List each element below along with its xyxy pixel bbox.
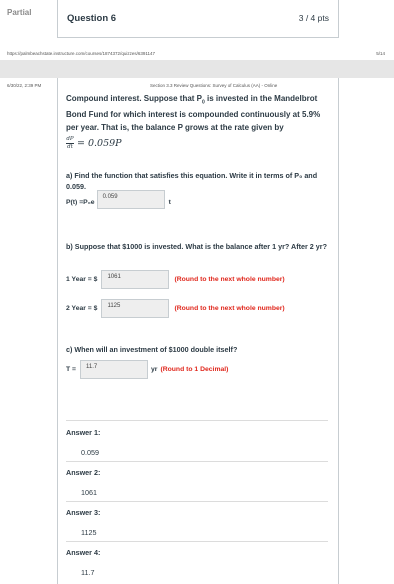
part-a-suffix: t	[168, 199, 171, 206]
answer-1-label: Answer 1:	[66, 428, 101, 437]
question-header: Question 6 3 / 4 pts	[57, 0, 339, 38]
answer-2-value: 1061	[81, 488, 97, 497]
answer-divider	[66, 541, 328, 542]
t-unit: yr	[151, 366, 158, 373]
answer-divider	[66, 501, 328, 502]
doubling-time-input[interactable]: 11.7	[80, 360, 149, 379]
year2-row: 2 Year = $ 1125 (Round to the next whole…	[66, 299, 285, 318]
year2-label: 2 Year = $	[66, 305, 98, 312]
question-card: Compound interest. Suppose that P0 is in…	[57, 78, 339, 584]
part-b-question: b) Suppose that $1000 is invested. What …	[66, 242, 327, 251]
derivative-fraction: dP dt	[66, 136, 74, 150]
equation-rhs: = 0.059P	[77, 137, 122, 149]
year1-input[interactable]: 1061	[101, 270, 170, 289]
question-points: 3 / 4 pts	[298, 13, 329, 23]
answer-3-label: Answer 3:	[66, 508, 101, 517]
answer-4-value: 11.7	[81, 568, 95, 577]
t-round-hint: (Round to 1 Decimal)	[160, 366, 229, 373]
question-title: Question 6	[67, 13, 117, 24]
t-label: T =	[66, 366, 77, 373]
answer-2-label: Answer 2:	[66, 468, 101, 477]
part-a-exponent-input[interactable]: 0.059	[96, 190, 165, 209]
part-a-prefix: P(t) =P₀e	[66, 199, 95, 206]
part-a-row: P(t) =P₀e 0.059 t	[66, 190, 171, 209]
answer-1-value: 0.059	[81, 448, 99, 457]
page-break	[0, 60, 394, 78]
rate-equation: dP dt = 0.059P	[66, 136, 122, 150]
answer-4-label: Answer 4:	[66, 548, 101, 557]
year1-label: 1 Year = $	[66, 276, 98, 283]
year2-round-hint: (Round to the next whole number)	[174, 305, 285, 312]
part-c-question: c) When will an investment of $1000 doub…	[66, 345, 238, 354]
doubling-row: T = 11.7 yr (Round to 1 Decimal)	[66, 360, 228, 379]
previous-page-strip: Partial Question 6 3 / 4 pts https://pal…	[0, 0, 394, 60]
answer-divider	[66, 420, 328, 421]
year1-row: 1 Year = $ 1061 (Round to the next whole…	[66, 270, 285, 289]
part-a-question: a) Find the function that satisfies this…	[66, 171, 318, 191]
year1-round-hint: (Round to the next whole number)	[174, 276, 285, 283]
question-statement: Compound interest. Suppose that P0 is in…	[66, 94, 321, 132]
question-page: 6/30/22, 2:39 PM Section 3.3 Review Ques…	[0, 78, 394, 584]
print-url: https://palmbeachstate.instructure.com/c…	[7, 51, 156, 56]
year2-input[interactable]: 1125	[101, 299, 170, 318]
answer-divider	[66, 461, 328, 462]
answer-3-value: 1125	[81, 528, 97, 537]
print-page-number: 5/14	[376, 51, 385, 56]
partial-label: Partial	[7, 8, 32, 17]
print-date: 6/30/22, 2:39 PM	[7, 83, 42, 88]
